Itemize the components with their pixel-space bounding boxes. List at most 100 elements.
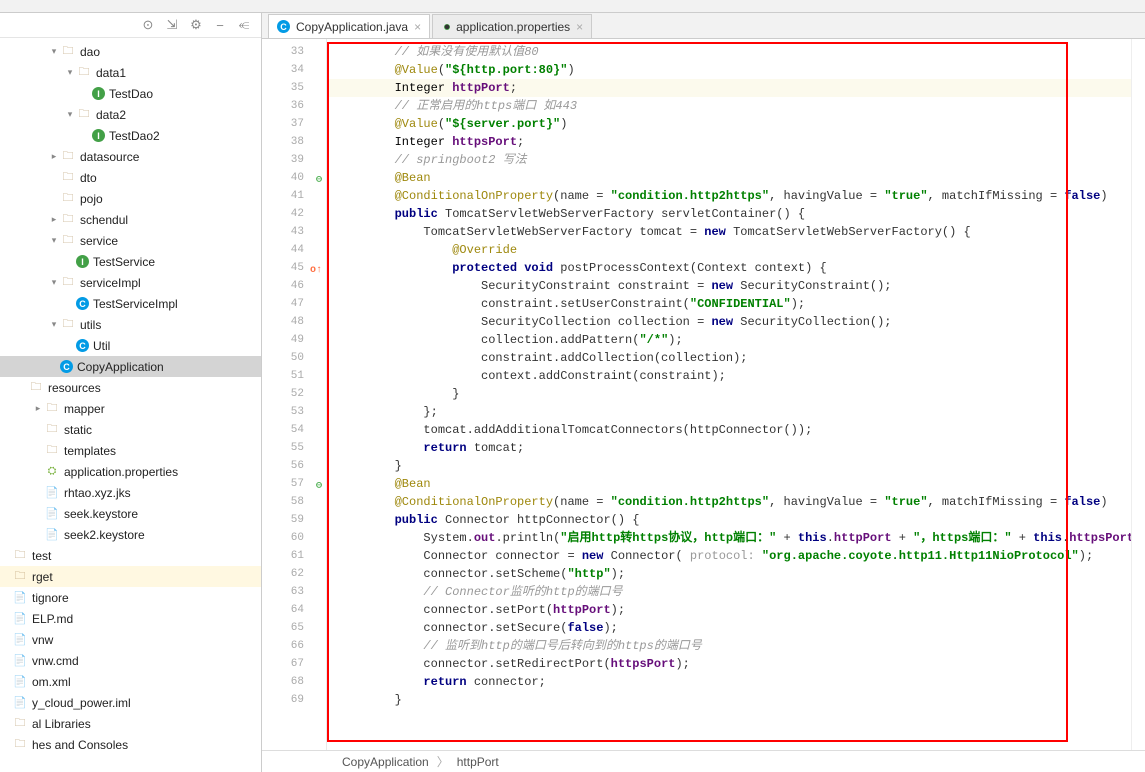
line-number[interactable]: 37 bbox=[262, 115, 326, 133]
tree-item[interactable]: ▾🗀data2 bbox=[0, 104, 261, 125]
line-gutter[interactable]: 3334353637383940⊖4142434445o↑46474849505… bbox=[262, 39, 327, 750]
expand-icon[interactable]: ⇲ bbox=[165, 18, 179, 32]
line-number[interactable]: 56 bbox=[262, 457, 326, 475]
code-line[interactable]: @Value("${server.port}") bbox=[327, 115, 1131, 133]
tree-item[interactable]: 🗀dto bbox=[0, 167, 261, 188]
line-number[interactable]: 65 bbox=[262, 619, 326, 637]
code-line[interactable]: // springboot2 写法 bbox=[327, 151, 1131, 169]
code-line[interactable]: }; bbox=[327, 403, 1131, 421]
tree-item[interactable]: ▸🗀schendul bbox=[0, 209, 261, 230]
tree-item[interactable]: ▾🗀utils bbox=[0, 314, 261, 335]
locate-icon[interactable]: ⊙ bbox=[141, 18, 155, 32]
tree-item[interactable]: ITestDao2 bbox=[0, 125, 261, 146]
line-number[interactable]: 69 bbox=[262, 691, 326, 709]
code-line[interactable]: public TomcatServletWebServerFactory ser… bbox=[327, 205, 1131, 223]
line-number[interactable]: 45o↑ bbox=[262, 259, 326, 277]
tree-item[interactable]: ▾🗀dao bbox=[0, 41, 261, 62]
breadcrumb-item[interactable]: httpPort bbox=[457, 755, 499, 769]
line-number[interactable]: 61 bbox=[262, 547, 326, 565]
tree-item[interactable]: CCopyApplication bbox=[0, 356, 261, 377]
chevron-icon[interactable]: ▾ bbox=[48, 46, 60, 57]
tree-item[interactable]: 📄om.xml bbox=[0, 671, 261, 692]
minimize-icon[interactable]: − bbox=[213, 18, 227, 32]
tree-item[interactable]: 📄y_cloud_power.iml bbox=[0, 692, 261, 713]
tree-item[interactable]: 🗀templates bbox=[0, 440, 261, 461]
line-number[interactable]: 41 bbox=[262, 187, 326, 205]
line-number[interactable]: 43 bbox=[262, 223, 326, 241]
line-number[interactable]: 62 bbox=[262, 565, 326, 583]
code-line[interactable]: connector.setSecure(false); bbox=[327, 619, 1131, 637]
editor-tab[interactable]: ●application.properties× bbox=[432, 14, 592, 38]
tree-item[interactable]: ITestDao bbox=[0, 83, 261, 104]
code-line[interactable]: collection.addPattern("/*"); bbox=[327, 331, 1131, 349]
code-area[interactable]: // 如果没有使用默认值80 @Value("${http.port:80}")… bbox=[327, 39, 1131, 750]
chevron-icon[interactable]: ▾ bbox=[48, 319, 60, 330]
line-number[interactable]: 54 bbox=[262, 421, 326, 439]
line-number[interactable]: 34 bbox=[262, 61, 326, 79]
chevron-icon[interactable]: ▾ bbox=[48, 277, 60, 288]
line-number[interactable]: 67 bbox=[262, 655, 326, 673]
line-number[interactable]: 60 bbox=[262, 529, 326, 547]
tree-item[interactable]: ▸🗀mapper bbox=[0, 398, 261, 419]
code-line[interactable]: SecurityCollection collection = new Secu… bbox=[327, 313, 1131, 331]
breadcrumb-item[interactable]: CopyApplication bbox=[342, 755, 429, 769]
line-number[interactable]: 38 bbox=[262, 133, 326, 151]
code-line[interactable]: @ConditionalOnProperty(name = "condition… bbox=[327, 493, 1131, 511]
code-line[interactable]: @Bean bbox=[327, 475, 1131, 493]
code-line[interactable]: TomcatServletWebServerFactory tomcat = n… bbox=[327, 223, 1131, 241]
line-number[interactable]: 42 bbox=[262, 205, 326, 223]
chevron-icon[interactable]: ▸ bbox=[48, 214, 60, 225]
line-number[interactable]: 50 bbox=[262, 349, 326, 367]
code-line[interactable]: } bbox=[327, 457, 1131, 475]
line-number[interactable]: 35 bbox=[262, 79, 326, 97]
line-number[interactable]: 48 bbox=[262, 313, 326, 331]
line-number[interactable]: 52 bbox=[262, 385, 326, 403]
code-line[interactable]: context.addConstraint(constraint); bbox=[327, 367, 1131, 385]
line-number[interactable]: 64 bbox=[262, 601, 326, 619]
chevron-icon[interactable]: ▸ bbox=[48, 151, 60, 162]
tree-item[interactable]: 🗀test bbox=[0, 545, 261, 566]
line-number[interactable]: 58 bbox=[262, 493, 326, 511]
chevron-icon[interactable]: ▾ bbox=[48, 235, 60, 246]
code-line[interactable]: constraint.addCollection(collection); bbox=[327, 349, 1131, 367]
close-icon[interactable]: × bbox=[576, 20, 583, 34]
tree-item[interactable]: 🗀rget bbox=[0, 566, 261, 587]
code-line[interactable]: tomcat.addAdditionalTomcatConnectors(htt… bbox=[327, 421, 1131, 439]
chevron-icon[interactable]: ▸ bbox=[32, 403, 44, 414]
editor-tab[interactable]: CCopyApplication.java× bbox=[268, 14, 430, 38]
code-line[interactable]: @Value("${http.port:80}") bbox=[327, 61, 1131, 79]
line-number[interactable]: 49 bbox=[262, 331, 326, 349]
line-number[interactable]: 68 bbox=[262, 673, 326, 691]
code-line[interactable]: // 正常启用的https端口 如443 bbox=[327, 97, 1131, 115]
code-line[interactable]: protected void postProcessContext(Contex… bbox=[327, 259, 1131, 277]
code-line[interactable]: Connector connector = new Connector( pro… bbox=[327, 547, 1131, 565]
code-line[interactable]: connector.setScheme("http"); bbox=[327, 565, 1131, 583]
line-number[interactable]: 46 bbox=[262, 277, 326, 295]
close-icon[interactable]: × bbox=[414, 20, 421, 34]
tree-item[interactable]: 📄seek.keystore bbox=[0, 503, 261, 524]
line-number[interactable]: 59 bbox=[262, 511, 326, 529]
tree-item[interactable]: 🗀resources bbox=[0, 377, 261, 398]
line-number[interactable]: 51 bbox=[262, 367, 326, 385]
code-line[interactable]: return tomcat; bbox=[327, 439, 1131, 457]
line-number[interactable]: 39 bbox=[262, 151, 326, 169]
code-line[interactable]: // 监听到http的端口号后转向到的https的端口号 bbox=[327, 637, 1131, 655]
line-number[interactable]: 33 bbox=[262, 43, 326, 61]
tree-item[interactable]: 📄vnw bbox=[0, 629, 261, 650]
code-line[interactable]: Integer httpPort; bbox=[327, 79, 1131, 97]
code-line[interactable]: } bbox=[327, 385, 1131, 403]
line-number[interactable]: 55 bbox=[262, 439, 326, 457]
tree-item[interactable]: 🗀static bbox=[0, 419, 261, 440]
line-number[interactable]: 36 bbox=[262, 97, 326, 115]
tree-item[interactable]: ITestService bbox=[0, 251, 261, 272]
code-line[interactable]: SecurityConstraint constraint = new Secu… bbox=[327, 277, 1131, 295]
code-line[interactable]: constraint.setUserConstraint("CONFIDENTI… bbox=[327, 295, 1131, 313]
tree-item[interactable]: ▾🗀data1 bbox=[0, 62, 261, 83]
code-line[interactable]: connector.setPort(httpPort); bbox=[327, 601, 1131, 619]
tree-item[interactable]: ▾🗀serviceImpl bbox=[0, 272, 261, 293]
code-line[interactable]: Integer httpsPort; bbox=[327, 133, 1131, 151]
tree-item[interactable]: 📄ELP.md bbox=[0, 608, 261, 629]
tree-item[interactable]: CTestServiceImpl bbox=[0, 293, 261, 314]
hide-icon[interactable]: ⥺ bbox=[237, 18, 251, 32]
chevron-icon[interactable]: ▾ bbox=[64, 67, 76, 78]
